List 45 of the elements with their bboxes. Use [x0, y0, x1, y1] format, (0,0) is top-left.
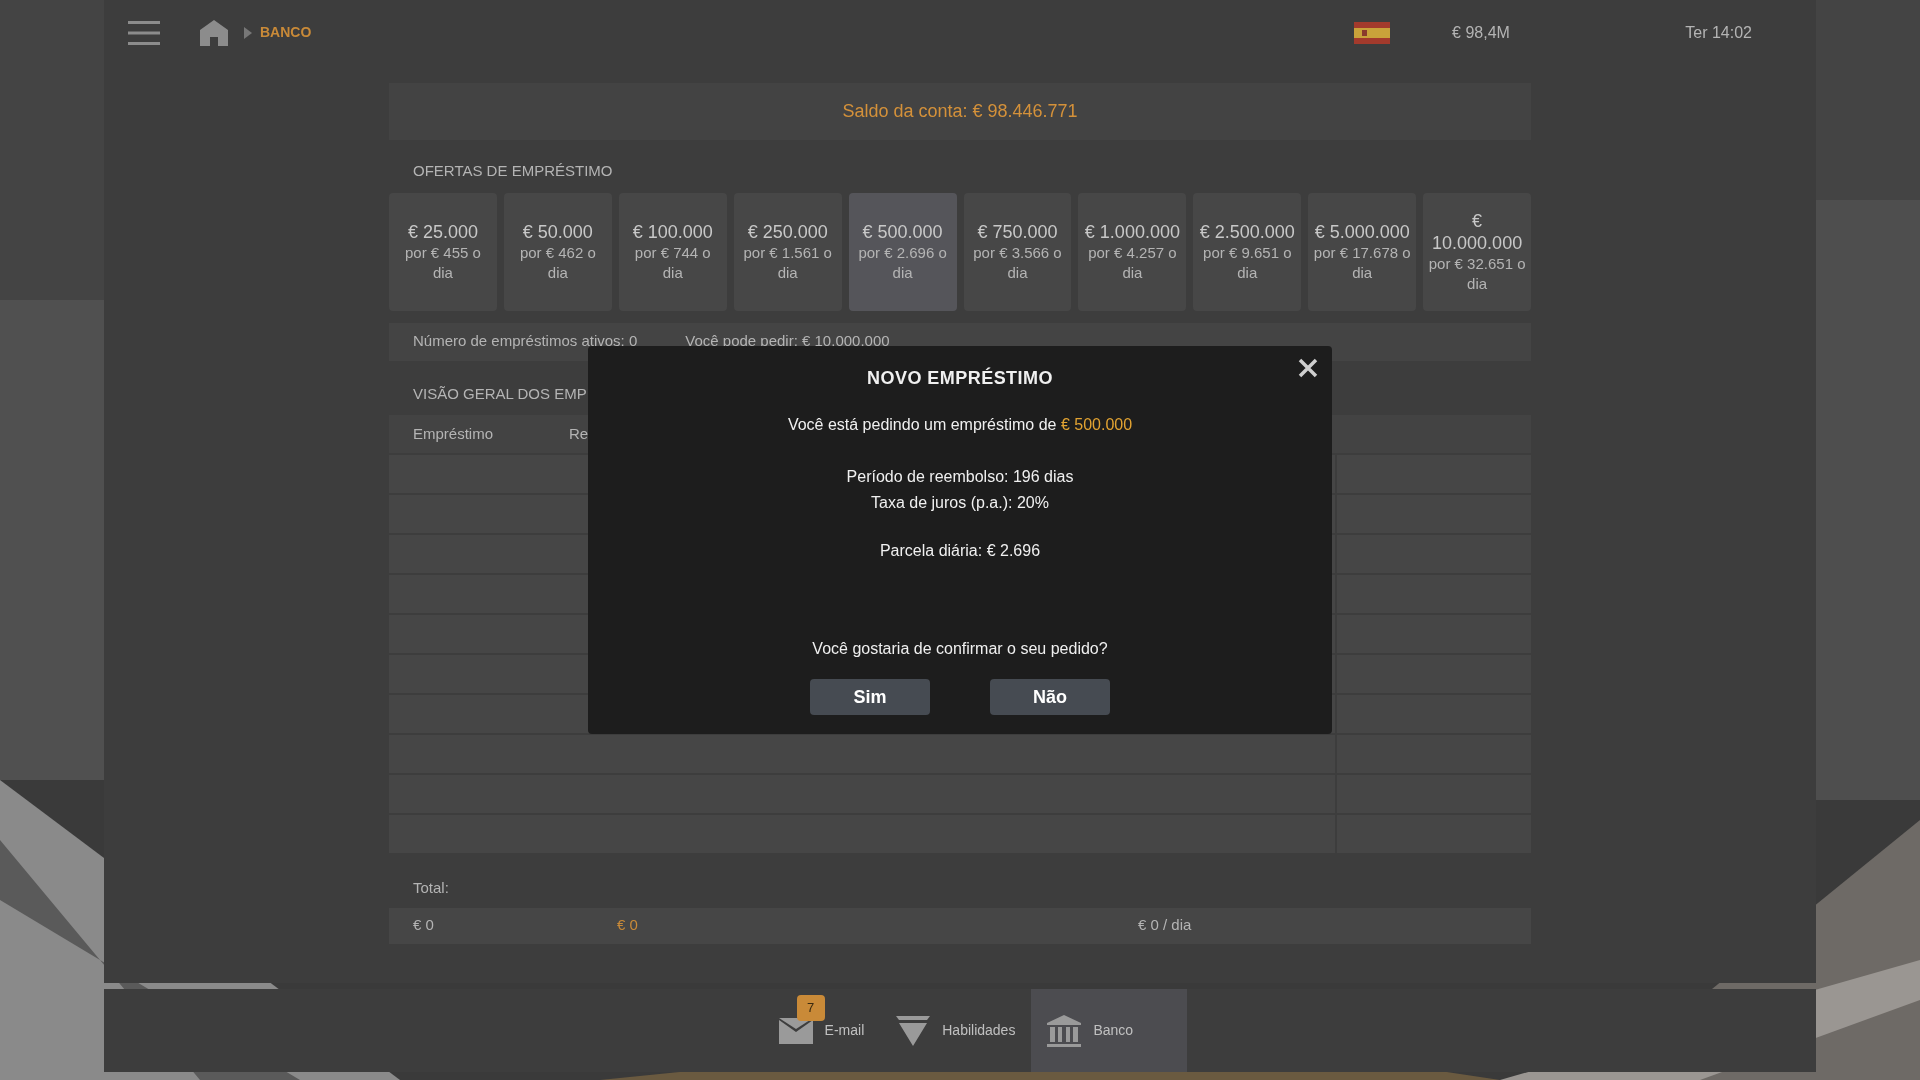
dock-tab[interactable]: Habilidades [880, 989, 1032, 1072]
menu-icon[interactable] [128, 19, 160, 46]
caret-icon [244, 26, 252, 39]
loan-offer-card[interactable]: € 750.000 por € 3.566 o dia [963, 192, 1072, 311]
section-title: OFERTAS DE EMPRÉSTIMO [412, 161, 614, 181]
loan-offer-card[interactable]: € 250.000 por € 1.561 o dia [733, 192, 842, 311]
envelope-icon [778, 1017, 813, 1044]
loan-offer-card[interactable]: € 500.000 por € 2.696 o dia [848, 192, 957, 311]
bank-icon [1047, 1014, 1082, 1047]
column-header: Empréstimo [413, 423, 495, 444]
loan-offer-card[interactable]: € 100.000 por € 744 o dia [618, 192, 727, 311]
clock: Ter 14:02 [1684, 22, 1753, 43]
dialog-button[interactable]: Não [990, 679, 1110, 715]
close-icon [1298, 358, 1318, 378]
flag-icon[interactable] [1354, 21, 1390, 44]
home-icon[interactable] [200, 19, 228, 46]
active-loans-count: Número de empréstimos ativos: 0 [413, 331, 638, 352]
total-installment: € 0 / dia [1138, 915, 1192, 936]
request-sentence: Você está pedindo um empréstimo de € 500.000 [787, 415, 1133, 435]
loan-offer-card[interactable]: € 10.000.000 por € 32.651 o dia [1423, 192, 1532, 311]
breadcrumb-link[interactable]: BANCO [260, 22, 312, 43]
total-label: Total: [412, 878, 450, 898]
notification-badge: 7 [796, 995, 825, 1021]
balance-bar: Saldo da conta: € 98.446.771 [389, 83, 1531, 140]
loan-offer-card[interactable]: € 2.500.000 por € 9.651 o dia [1193, 192, 1302, 311]
interest-rate: Taxa de juros (p.a.): 20% [871, 493, 1049, 513]
total-loan: € 0 [413, 915, 435, 936]
column-header: Re [569, 423, 590, 444]
repayment-period: Período de reembolso: 196 dias [846, 467, 1074, 487]
close-button[interactable] [1298, 358, 1318, 378]
loan-offer-card[interactable]: € 1.000.000 por € 4.257 o dia [1078, 192, 1187, 311]
confirm-question: Você gostaria de confirmar o seu pedido? [812, 639, 1108, 659]
section-title: VISÃO GERAL DOS EMP [412, 383, 588, 404]
dock-tab[interactable]: 7 E-mail [762, 989, 881, 1072]
dock-tab[interactable]: Banco [1031, 989, 1188, 1072]
available-credit: Você pode pedir: € 10.000.000 [685, 331, 890, 352]
dialog-title: NOVO EMPRÉSTIMO [867, 366, 1053, 390]
loan-offer-card[interactable]: € 5.000.000 por € 17.678 o dia [1308, 192, 1417, 311]
loan-offer-card[interactable]: € 25.000 por € 455 o dia [389, 192, 497, 311]
total-remaining: € 0 [617, 915, 639, 936]
loan-offer-card[interactable]: € 50.000 por € 462 o dia [503, 192, 612, 311]
daily-installment: Parcela diária: € 2.696 [879, 541, 1041, 561]
dialog-button[interactable]: Sim [810, 679, 930, 715]
money-balance: € 98,4M [1451, 22, 1511, 43]
chevron-stack-icon [896, 1015, 931, 1046]
